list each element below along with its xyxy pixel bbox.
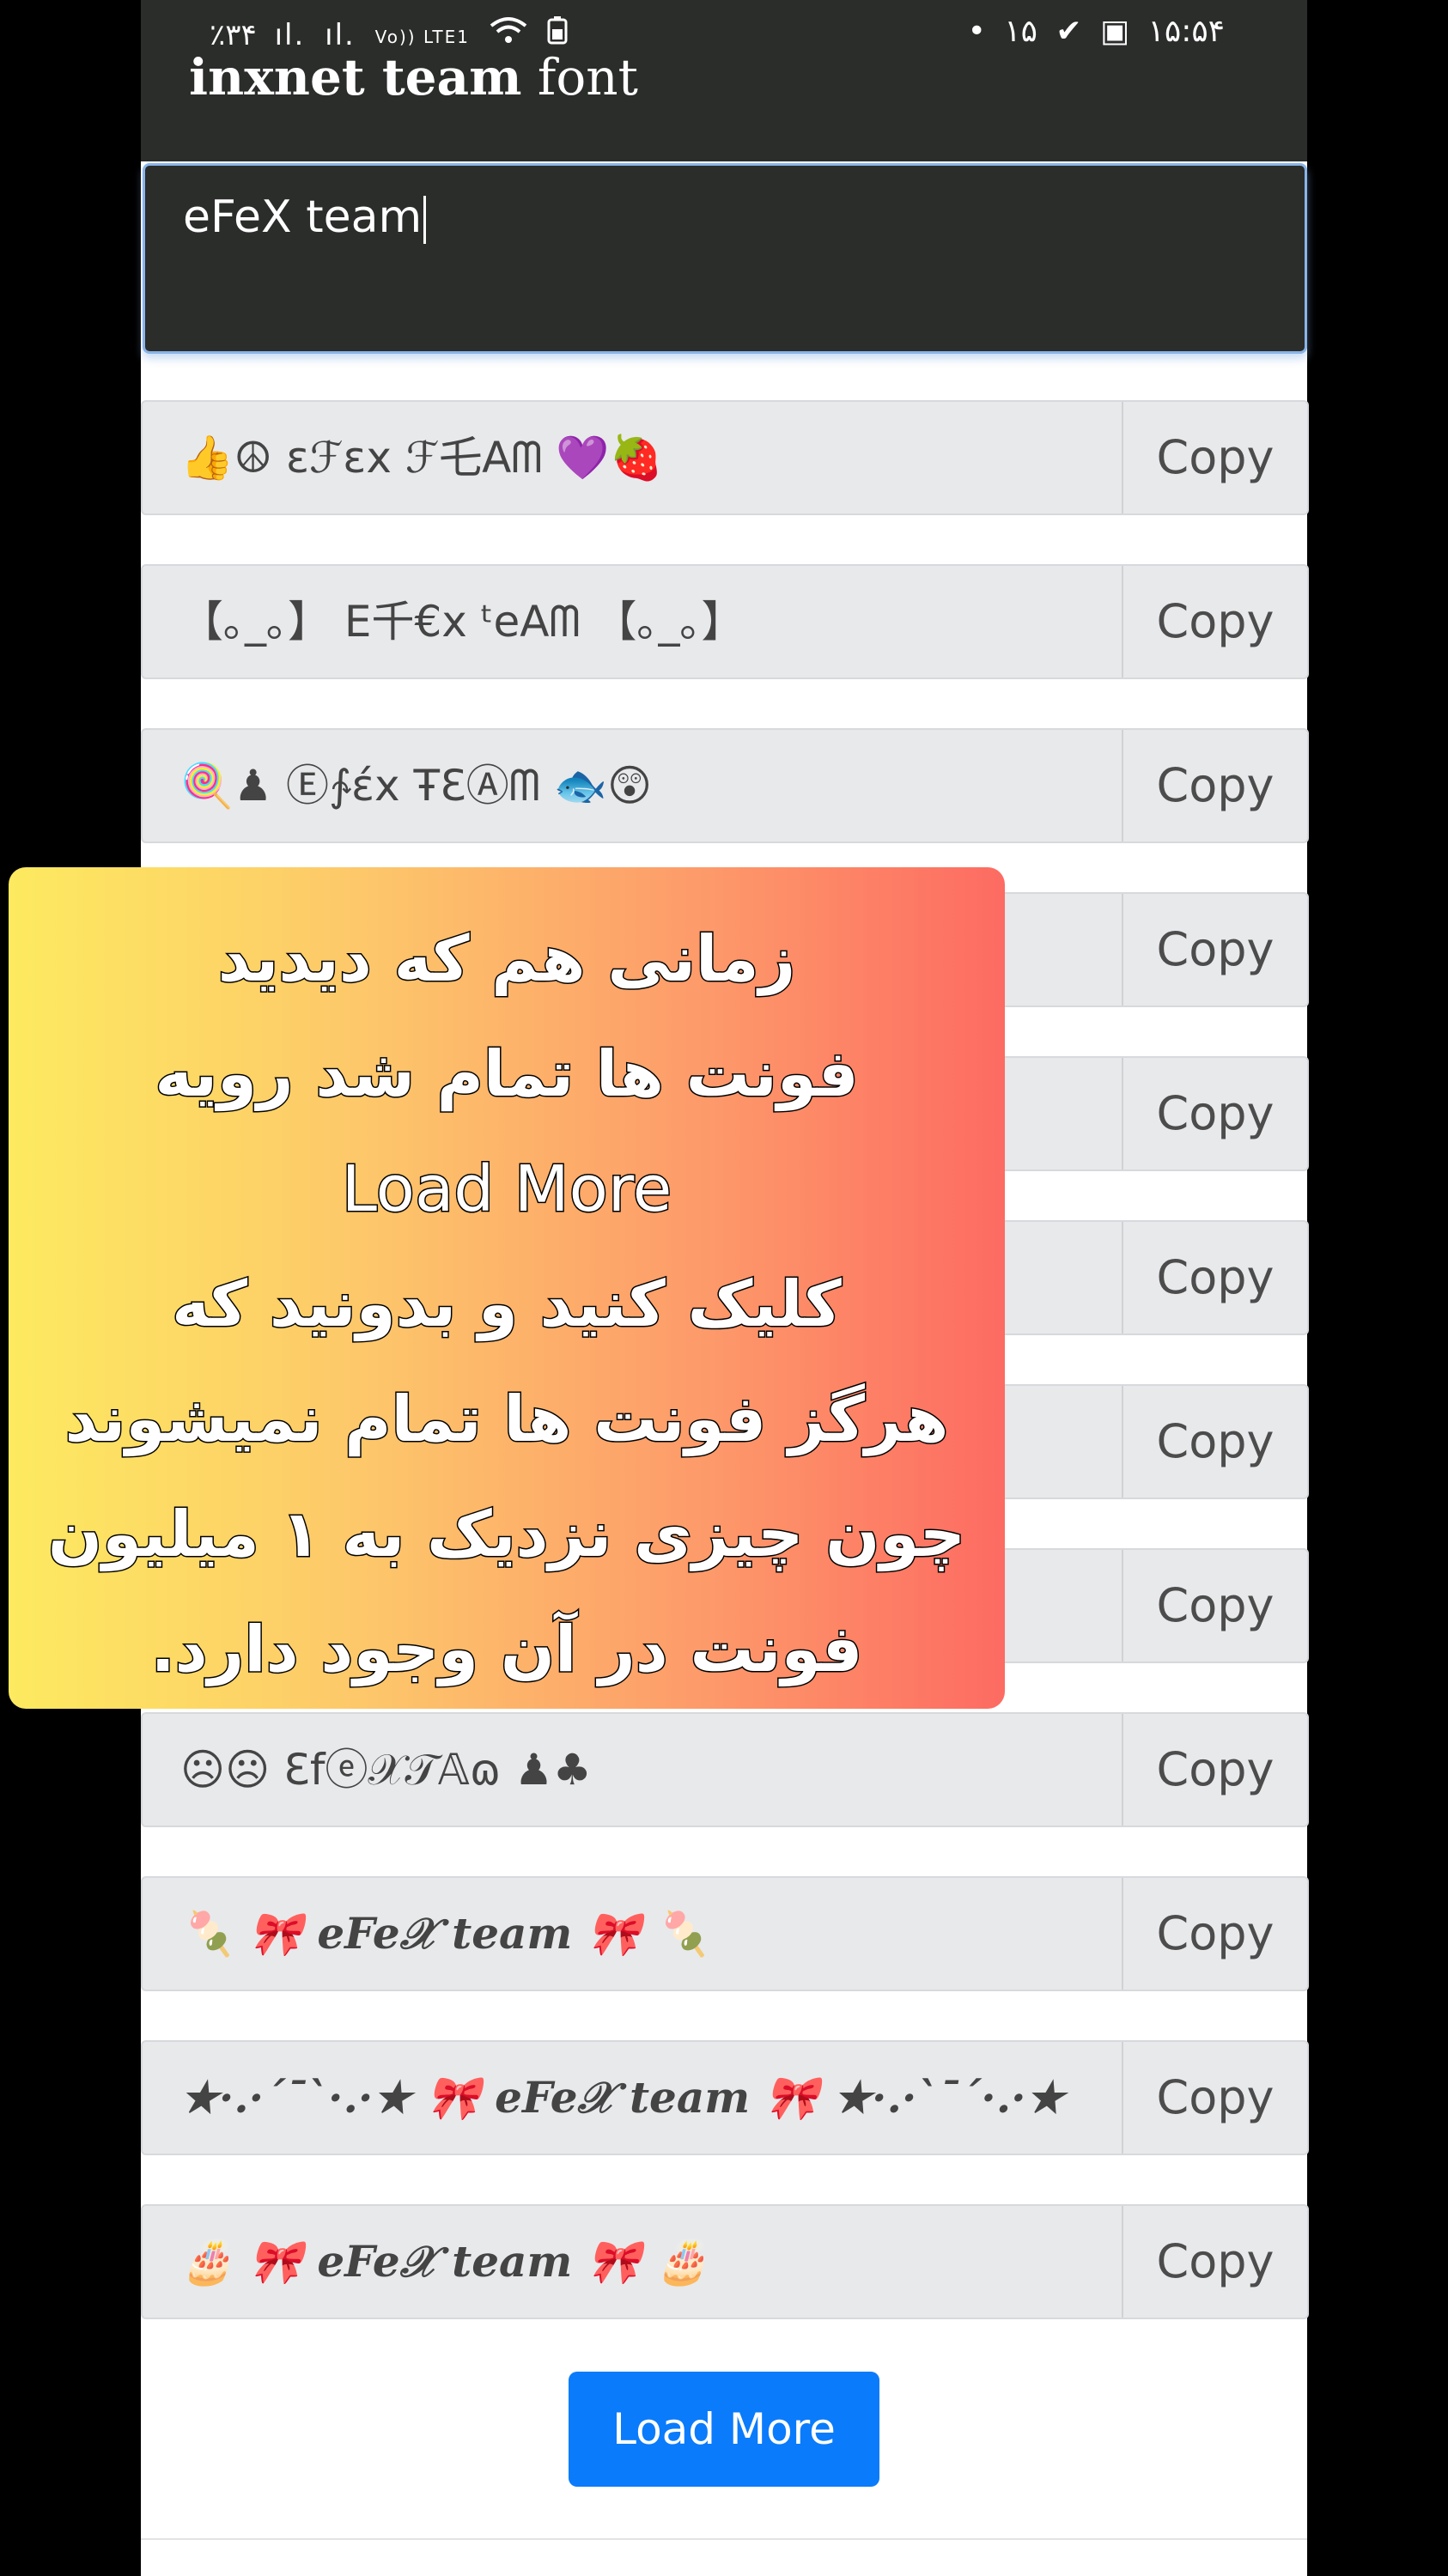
- text-input-value: eFeX team: [183, 191, 427, 244]
- font-row: ☹☹ Ɛfⓔ𝒳𝒯𝔸ɷ ♟♣ Copy: [141, 1712, 1309, 1827]
- wifi-icon: [490, 17, 538, 52]
- copy-button[interactable]: Copy: [1122, 1222, 1307, 1334]
- volte-icon: Vo)) LTE1: [374, 26, 470, 47]
- overlay-line: هرگز فونت ها تمام نمیشوند: [64, 1382, 950, 1458]
- font-preview[interactable]: 🎂 🎀 eFe𝒳 team 🎀 🎂: [180, 2206, 709, 2318]
- gallery-icon: ▣: [1100, 14, 1130, 49]
- battery-percent: ٪۳۴: [210, 18, 257, 52]
- copy-button[interactable]: Copy: [1122, 1386, 1307, 1498]
- copy-button[interactable]: Copy: [1122, 1058, 1307, 1170]
- font-row: 【｡_｡】 E千€x ᵗeAᗰ 【｡_｡】 Copy: [141, 564, 1309, 679]
- font-preview[interactable]: ★·.·´¯`·.·★ 🎀 eFe𝒳 team 🎀 ★·.·`¯´·.·★: [180, 2042, 1064, 2154]
- app-title-bold: inxnet team: [189, 48, 522, 106]
- notification-dot-icon: •: [967, 14, 986, 49]
- overlay-line: زمانی هم که دیدید: [216, 921, 796, 998]
- status-bar-right: • ۱۵ ✔ ▣ ۱۵:۵۴: [968, 14, 1233, 49]
- copy-button[interactable]: Copy: [1122, 1714, 1307, 1826]
- shield-check-icon: ✔: [1056, 14, 1082, 49]
- promo-overlay-banner: زمانی هم که دیدید فونت ها تمام شد رویه L…: [9, 867, 1005, 1709]
- signal-icon: ıl.: [274, 18, 306, 52]
- notification-badge: ۱۵: [1004, 14, 1037, 49]
- copy-button[interactable]: Copy: [1122, 2206, 1307, 2318]
- overlay-line: فونت ها تمام شد رویه: [154, 1036, 860, 1113]
- overlay-text-block: زمانی هم که دیدید فونت ها تمام شد رویه L…: [9, 902, 1005, 1707]
- app-header: ٪۳۴ ıl. ıl. Vo)) LTE1 • ۱۵ ✔ ▣ ۱۵:۵۴ inx…: [141, 0, 1307, 161]
- overlay-line: Load More: [340, 1151, 673, 1228]
- clock: ۱۵:۵۴: [1147, 14, 1225, 49]
- divider: [141, 2538, 1307, 2540]
- input-value-text: eFeX team: [183, 191, 423, 243]
- font-preview[interactable]: ☹☹ Ɛfⓔ𝒳𝒯𝔸ɷ ♟♣: [180, 1714, 592, 1826]
- app-title-rest: font: [521, 48, 638, 106]
- copy-button[interactable]: Copy: [1122, 1550, 1307, 1662]
- overlay-line: فونت در آن وجود دارد.: [149, 1612, 864, 1688]
- status-bar-left: ٪۳۴ ıl. ıl. Vo)) LTE1: [210, 15, 576, 52]
- font-preview[interactable]: 🍡 🎀 eFe𝒳 team 🎀 🍡: [180, 1878, 709, 1990]
- overlay-line: کلیک کنید و بدونید که: [171, 1267, 843, 1343]
- battery-icon: [547, 16, 568, 52]
- copy-button[interactable]: Copy: [1122, 566, 1307, 677]
- text-caret: [423, 196, 427, 244]
- font-row: 🍭♟ Ⓔ∱έx ŦƐⒶᗰ 🐟😲 Copy: [141, 728, 1309, 843]
- copy-button[interactable]: Copy: [1122, 730, 1307, 841]
- load-more-button[interactable]: Load More: [569, 2372, 879, 2487]
- copy-button[interactable]: Copy: [1122, 2042, 1307, 2154]
- font-preview[interactable]: 【｡_｡】 E千€x ᵗeAᗰ 【｡_｡】: [180, 566, 745, 677]
- signal-icon: ıl.: [325, 18, 356, 52]
- overlay-line: چون چیزی نزدیک به ۱ میلیون: [46, 1497, 966, 1573]
- app-title: inxnet team font: [189, 48, 638, 106]
- copy-button[interactable]: Copy: [1122, 1878, 1307, 1990]
- font-row: ★·.·´¯`·.·★ 🎀 eFe𝒳 team 🎀 ★·.·`¯´·.·★ Co…: [141, 2040, 1309, 2155]
- copy-button[interactable]: Copy: [1122, 402, 1307, 513]
- font-preview[interactable]: 🍭♟ Ⓔ∱έx ŦƐⒶᗰ 🐟😲: [180, 730, 652, 841]
- copy-button[interactable]: Copy: [1122, 894, 1307, 1005]
- phone-screen: ٪۳۴ ıl. ıl. Vo)) LTE1 • ۱۵ ✔ ▣ ۱۵:۵۴ inx…: [0, 0, 1448, 2576]
- font-row: 🎂 🎀 eFe𝒳 team 🎀 🎂 Copy: [141, 2204, 1309, 2319]
- text-input[interactable]: eFeX team: [143, 163, 1307, 354]
- font-preview[interactable]: 👍☮ εℱεx ℱ乇Aᗰ 💜🍓: [180, 402, 663, 513]
- font-row: 👍☮ εℱεx ℱ乇Aᗰ 💜🍓 Copy: [141, 400, 1309, 515]
- font-row: 🍡 🎀 eFe𝒳 team 🎀 🍡 Copy: [141, 1876, 1309, 1991]
